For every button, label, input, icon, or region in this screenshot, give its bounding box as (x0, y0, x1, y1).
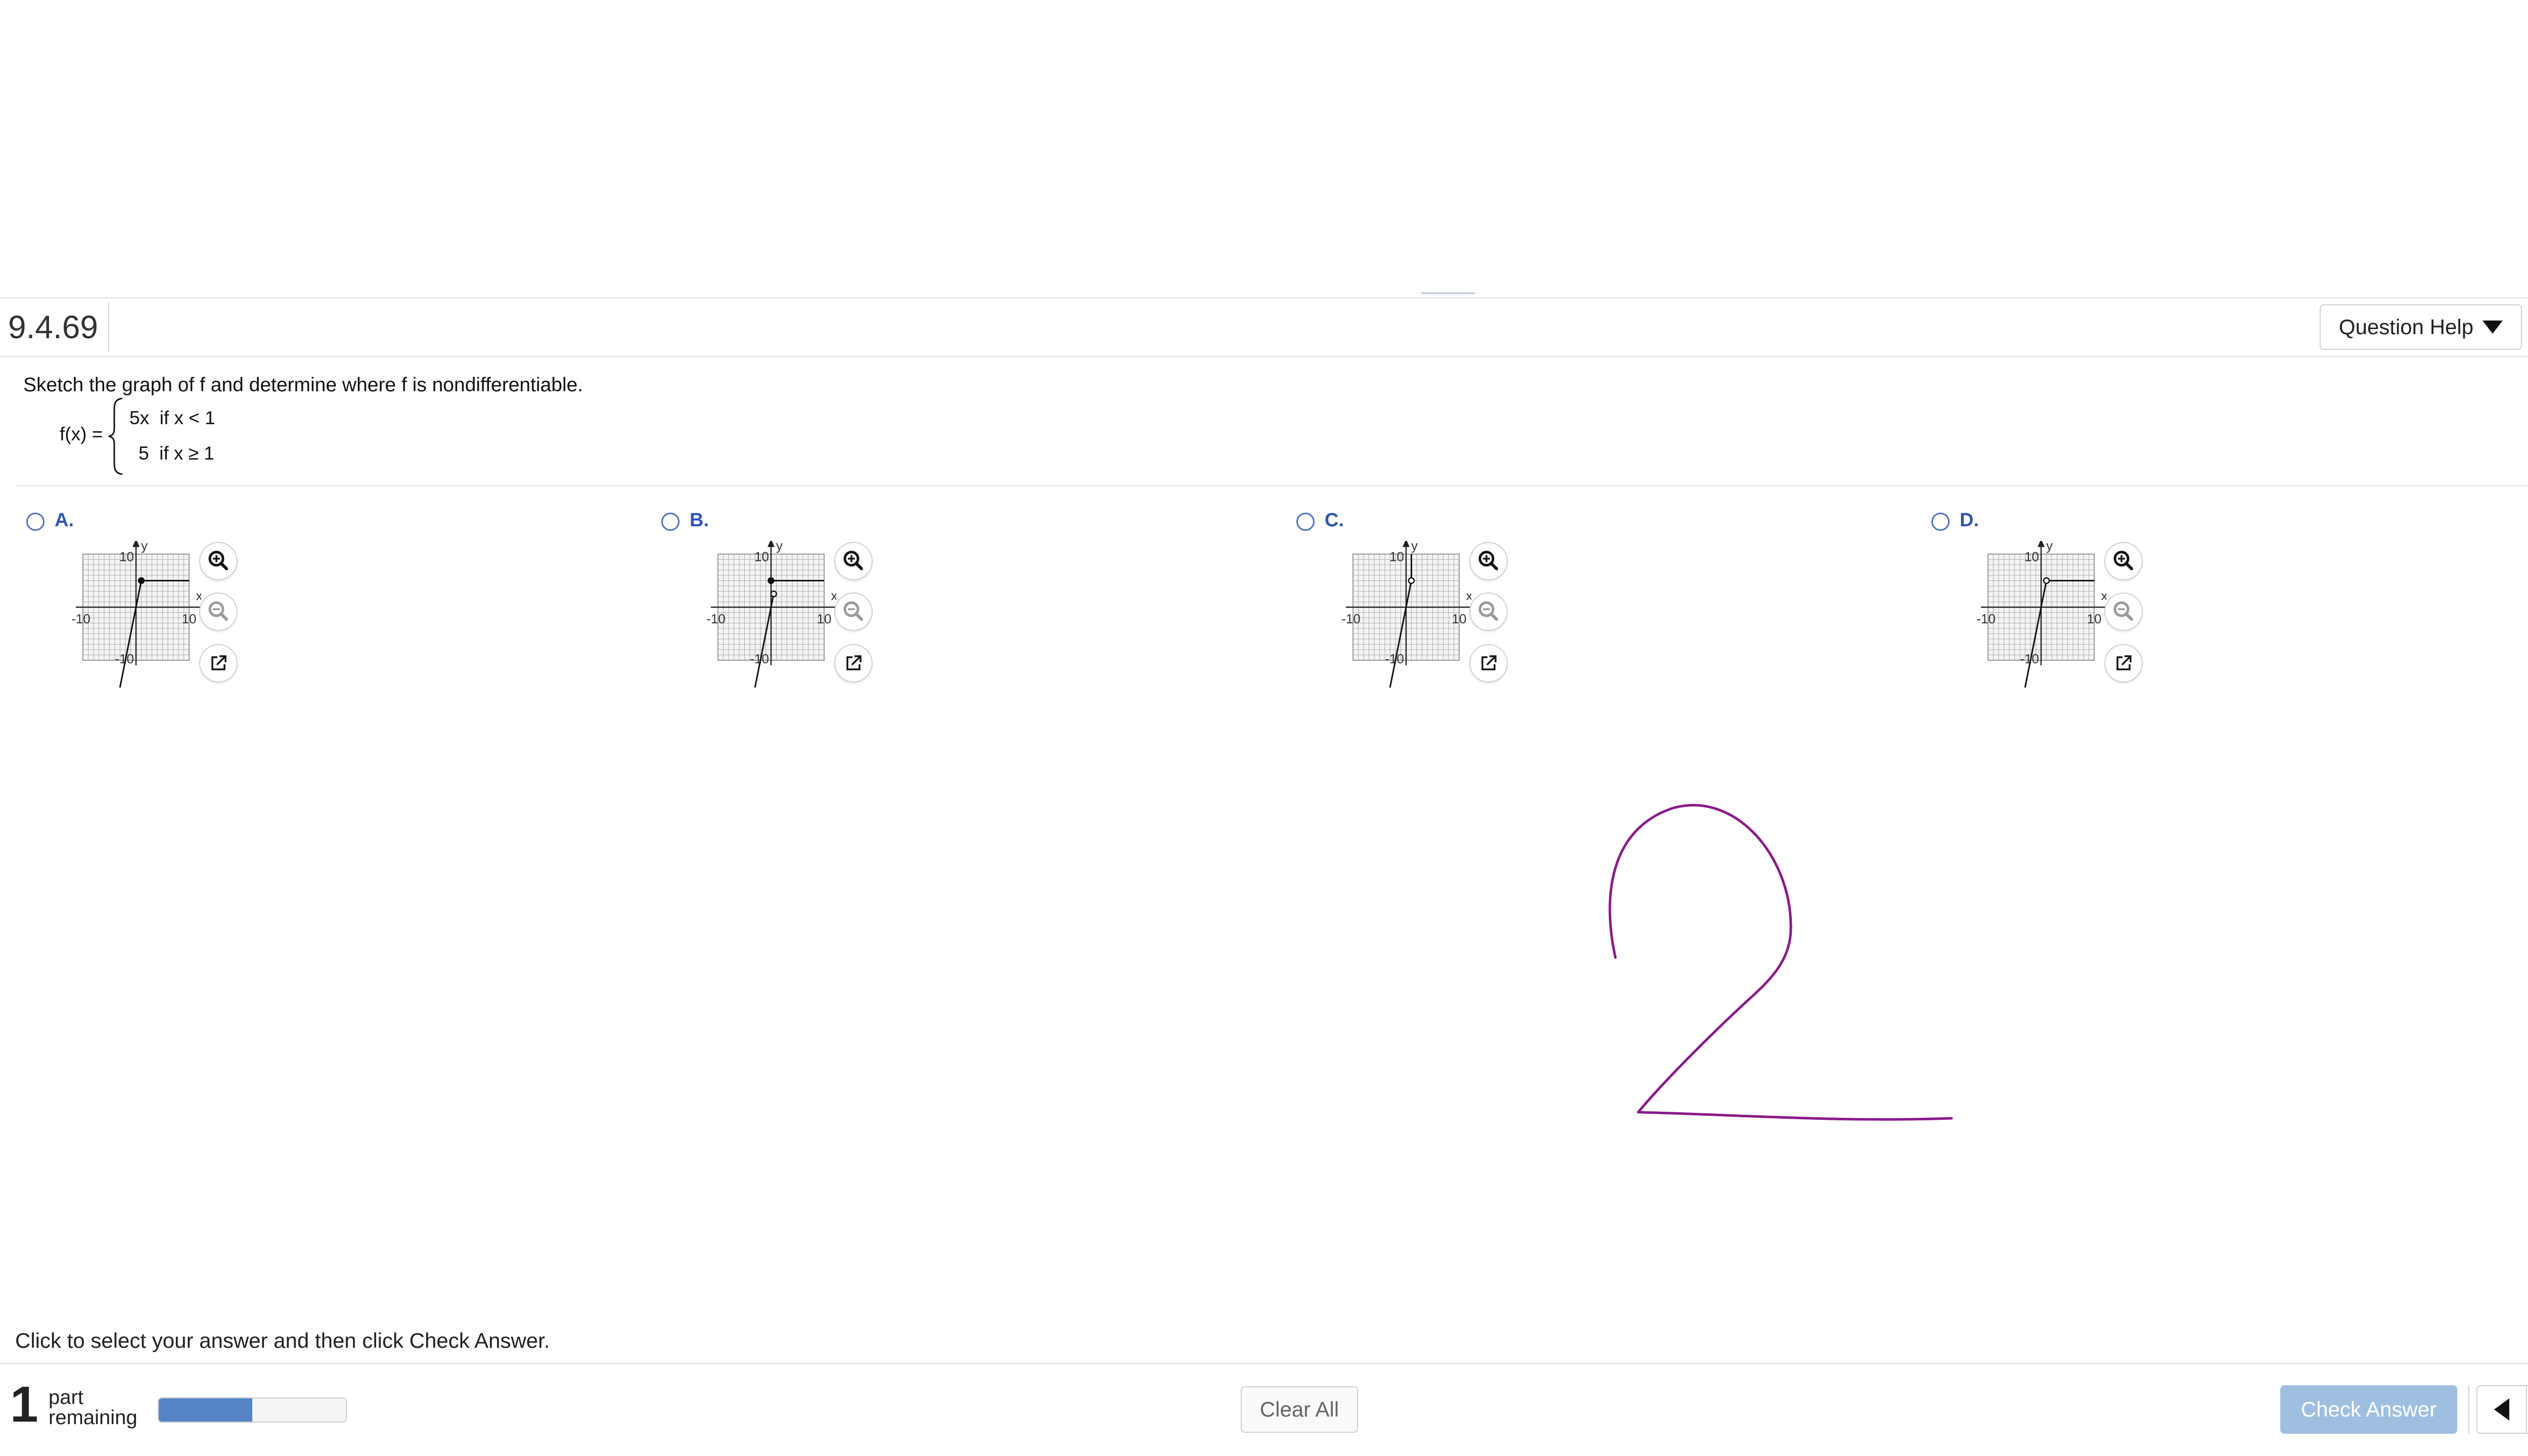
x-max-tick-label: 10 (182, 611, 197, 626)
x-min-tick-label: -10 (706, 611, 726, 626)
progress-bar (158, 1397, 347, 1423)
external-link-icon (846, 655, 862, 670)
zoom-in-icon (208, 551, 228, 570)
open-point (1408, 577, 1415, 584)
nav-divider (2468, 1385, 2469, 1434)
y-max-tick-label: 10 (1389, 549, 1404, 564)
zoom-in-button[interactable] (200, 543, 237, 579)
zoom-in-icon (2113, 551, 2133, 570)
open-point (770, 590, 777, 598)
question-help-label: Question Help (2338, 315, 2474, 339)
piece-row-1: 5x if x < 1 (129, 407, 215, 428)
answer-choice-d[interactable]: D. y x 10 -10 -10 10 (1919, 508, 2475, 690)
zoom-out-icon (843, 601, 863, 621)
choice-graph: yx10-10-10 10 (1341, 541, 1471, 688)
choice-letter[interactable]: B. (690, 510, 709, 531)
progress-bar-fill (159, 1398, 252, 1422)
y-axis-arrow-icon (2038, 541, 2045, 547)
caret-down-icon (2482, 321, 2503, 334)
zoom-in-icon (843, 551, 863, 570)
choice-graph: yx10-10-10 10 (706, 541, 836, 688)
question-prompt: Sketch the graph of f and determine wher… (23, 374, 583, 396)
zoom-out-button[interactable] (2105, 594, 2142, 630)
y-max-tick-label: 10 (2024, 549, 2039, 564)
footer-divider (0, 1363, 2528, 1364)
check-answer-button[interactable]: Check Answer (2280, 1385, 2457, 1434)
parts-remaining-count: 1 (10, 1376, 38, 1433)
open-graph-button[interactable] (835, 645, 872, 681)
answer-choice-a[interactable]: A. y x 10 -10 -10 10 (14, 508, 570, 690)
closed-point (768, 577, 775, 584)
y-axis-arrow-icon (132, 541, 140, 547)
question-number: 9.4.69 (8, 309, 98, 345)
header-divider (108, 302, 109, 352)
function-label: f(x) = (60, 424, 103, 444)
handwritten-scribble (1608, 804, 1953, 1121)
answer-choice-b[interactable]: B. y x 10 -10 -10 10 (649, 508, 1205, 690)
panel-resize-handle[interactable] (1421, 292, 1475, 294)
instruction-text: Click to select your answer and then cli… (15, 1329, 550, 1352)
x-min-tick-label: -10 (71, 611, 91, 626)
y-axis-arrow-icon (1403, 541, 1410, 547)
x-max-tick-label: 10 (2087, 611, 2102, 626)
zoom-out-icon (2113, 601, 2133, 621)
zoom-out-icon (208, 601, 228, 621)
radio-button[interactable] (1931, 513, 1950, 531)
parts-remaining-label: part remaining (49, 1387, 138, 1428)
external-link-icon (211, 655, 227, 670)
answer-choice-c[interactable]: C. y x 10 -10 -10 10 (1284, 508, 1840, 690)
y-axis-arrow-icon (768, 541, 775, 547)
zoom-in-button[interactable] (2105, 543, 2142, 579)
next-question-button[interactable] (2526, 1385, 2528, 1434)
question-help-button[interactable]: Question Help (2320, 304, 2522, 350)
choice-graph: yx10-10-10 10 (1976, 541, 2106, 688)
zoom-in-button[interactable] (1470, 543, 1507, 579)
zoom-in-button[interactable] (835, 543, 872, 579)
piece-row-2: 5 if x ≥ 1 (139, 443, 214, 464)
radio-button[interactable] (26, 513, 44, 531)
previous-question-button[interactable] (2476, 1385, 2527, 1434)
choice-letter[interactable]: A. (55, 510, 74, 531)
parts-label-line-1: part (49, 1386, 83, 1408)
section-divider (15, 485, 2528, 486)
radio-button[interactable] (1296, 513, 1315, 531)
choice-letter[interactable]: C. (1325, 510, 1344, 531)
y-axis-label: y (776, 541, 783, 553)
x-max-tick-label: 10 (1452, 611, 1467, 626)
zoom-in-icon (1478, 551, 1498, 570)
open-graph-button[interactable] (200, 645, 237, 681)
external-link-icon (2116, 655, 2132, 670)
choice-letter[interactable]: D. (1960, 510, 1979, 531)
zoom-out-button[interactable] (200, 594, 237, 630)
y-axis-label: y (1411, 541, 1418, 553)
arrow-left-icon (2494, 1398, 2509, 1421)
zoom-out-button[interactable] (1470, 594, 1507, 630)
x-min-tick-label: -10 (1341, 611, 1361, 626)
x-min-tick-label: -10 (1976, 611, 1996, 626)
question-header-bar (0, 297, 2528, 357)
y-max-tick-label: 10 (119, 549, 134, 564)
x-max-tick-label: 10 (817, 611, 832, 626)
open-point (2043, 577, 2050, 584)
open-graph-button[interactable] (1470, 645, 1507, 681)
parts-label-line-2: remaining (49, 1406, 138, 1429)
y-axis-label: y (2046, 541, 2053, 553)
clear-all-button[interactable]: Clear All (1241, 1386, 1358, 1433)
choice-graph: yx10-10-10 10 (71, 541, 201, 688)
piecewise-brace (108, 397, 123, 475)
external-link-icon (1481, 655, 1497, 670)
open-graph-button[interactable] (2105, 645, 2142, 681)
radio-button[interactable] (661, 513, 680, 531)
y-max-tick-label: 10 (754, 549, 769, 564)
zoom-out-button[interactable] (835, 594, 872, 630)
zoom-out-icon (1478, 601, 1498, 621)
y-axis-label: y (141, 541, 148, 553)
closed-point (138, 577, 145, 584)
